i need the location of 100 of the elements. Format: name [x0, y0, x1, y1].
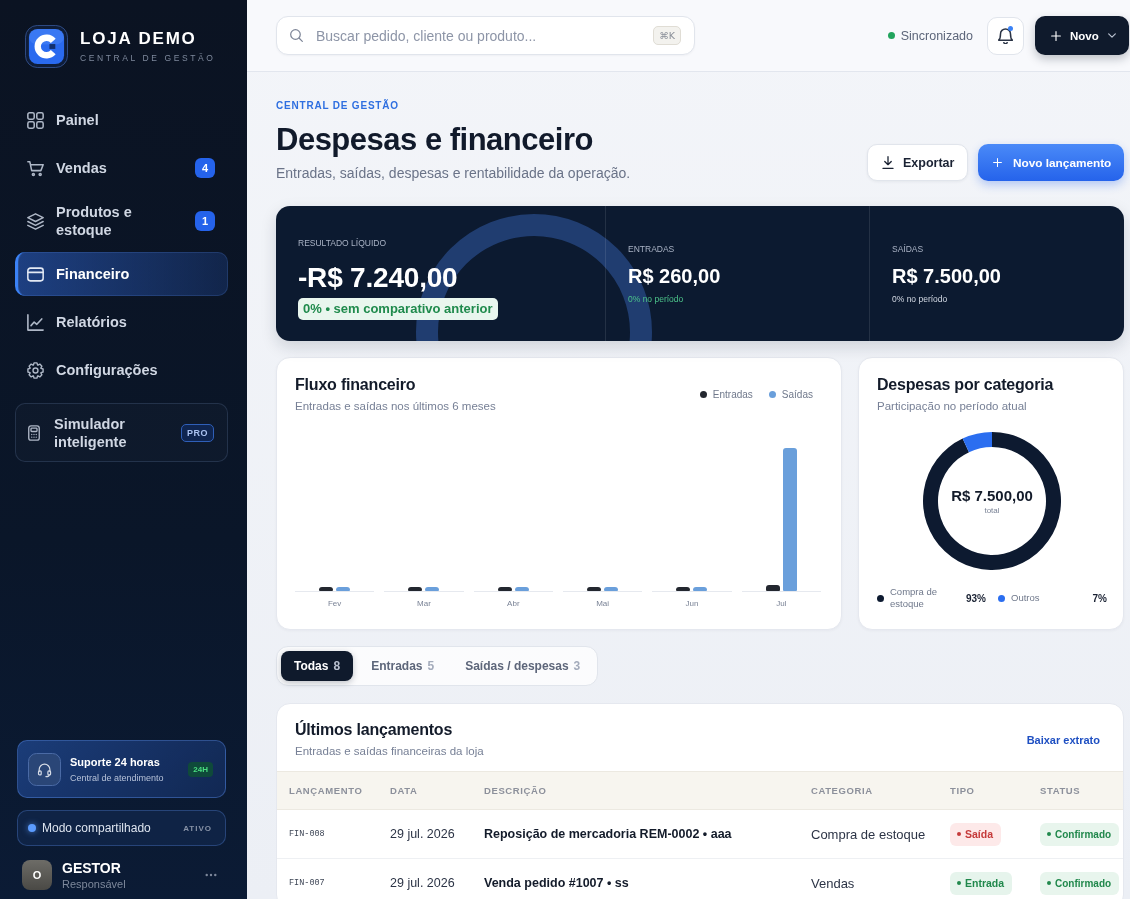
- type-label: Entrada: [965, 877, 1005, 889]
- user-avatar: O: [22, 860, 52, 890]
- table-cell-text: 29 jul. 2026: [390, 876, 456, 890]
- legend-value: 93%: [966, 592, 986, 604]
- chart-title: Despesas por categoria: [877, 375, 1055, 395]
- filter-tab[interactable]: Saídas / despesas 3: [452, 651, 594, 681]
- notifications-button[interactable]: [987, 16, 1024, 55]
- axis-label: Mar: [417, 599, 431, 608]
- column-header: DESCRIÇÃO: [484, 785, 548, 796]
- layers-icon: [27, 212, 44, 230]
- page-title: Despesas e financeiro: [276, 122, 594, 158]
- column-header: TIPO: [950, 785, 976, 796]
- mode-status: ATIVO: [183, 823, 212, 833]
- type-label: Saída: [965, 828, 993, 840]
- settings-icon: [27, 361, 44, 379]
- mode-card[interactable]: Modo compartilhado ATIVO: [17, 810, 226, 846]
- kpi-value: -R$ 7.240,00: [298, 261, 459, 295]
- expense-bar: [425, 587, 440, 591]
- brand-name: LOJA DEMO: [80, 29, 198, 49]
- status-label: Confirmado: [1055, 877, 1112, 889]
- dot-icon: [957, 832, 961, 836]
- table-title: Últimos lançamentos: [295, 720, 454, 740]
- sidebar-item[interactable]: Painel: [15, 98, 228, 142]
- plus-icon: [1051, 30, 1061, 41]
- axis-label: Abr: [507, 599, 520, 608]
- caret-icon: [1108, 33, 1116, 38]
- donut-total: R$ 7.500,00: [951, 486, 1033, 505]
- donut-total-label: total: [983, 505, 1001, 516]
- dot-icon: [1047, 881, 1051, 885]
- support-card[interactable]: Suporte 24 horas Central de atendimento 24H: [17, 740, 226, 798]
- count-badge: 4: [195, 158, 215, 178]
- headset-icon: [28, 752, 61, 786]
- kpi-note: 0% no período: [628, 294, 684, 304]
- kpi-label: RESULTADO LÍQUIDO: [298, 237, 387, 249]
- column-header: CATEGORIA: [811, 785, 874, 796]
- table-cell-text: Compra de estoque: [811, 826, 927, 842]
- income-bar: [765, 585, 780, 591]
- sidebar-item[interactable]: Produtos e estoque 1: [15, 194, 228, 248]
- download-statement-link[interactable]: Baixar extrato: [1026, 733, 1100, 746]
- income-bar: [587, 587, 602, 591]
- status-label: Confirmado: [1055, 828, 1112, 840]
- legend-label: Outros: [1011, 592, 1041, 604]
- pro-badge: PRO: [181, 423, 214, 442]
- column-header: LANÇAMENTO: [289, 785, 364, 796]
- table-cell-text: FIN-007: [289, 878, 326, 888]
- chart-title: Fluxo financeiro: [295, 375, 417, 395]
- chart-subtitle: Entradas e saídas nos últimos 6 meses: [295, 399, 496, 414]
- table-cell-text: FIN-008: [289, 829, 326, 839]
- expense-bar: [604, 587, 619, 591]
- count-badge: 1: [195, 211, 215, 231]
- column-header: STATUS: [1040, 785, 1082, 796]
- dot-icon: [957, 881, 961, 885]
- hours-badge: 24H: [188, 761, 213, 777]
- shortcut-key: ⌘K: [653, 26, 681, 45]
- new-entry-button[interactable]: Novo lançamento: [978, 144, 1124, 181]
- comparison-chip: 0% • sem comparativo anterior: [298, 298, 498, 320]
- new-button[interactable]: Novo: [1035, 16, 1129, 55]
- line-chart-icon: [27, 313, 44, 331]
- column-header: DATA: [390, 785, 419, 796]
- logo-icon: [25, 25, 68, 68]
- filter-tab[interactable]: Todas 8: [281, 651, 354, 681]
- user-name: GESTOR: [62, 859, 122, 877]
- sidebar-item[interactable]: Relatórios: [15, 300, 228, 344]
- kpi-label: ENTRADAS: [628, 243, 676, 255]
- more-icon[interactable]: [205, 873, 217, 877]
- brand-tagline: CENTRAL DE GESTÃO: [80, 53, 216, 64]
- table-cell-text: Vendas: [811, 875, 856, 891]
- table-subtitle: Entradas e saídas financeiras da loja: [295, 744, 484, 759]
- legend-label: Saídas: [781, 389, 813, 400]
- calculator-icon: [28, 424, 40, 441]
- dot-icon: [1047, 832, 1051, 836]
- expense-bar: [336, 587, 351, 591]
- axis-label: Fev: [328, 599, 342, 608]
- table-cell-text: Venda pedido #1007 • ss: [484, 876, 630, 890]
- income-bar: [408, 587, 423, 591]
- download-icon: [882, 156, 894, 169]
- chart-subtitle: Participação no período atual: [877, 399, 1028, 414]
- eyebrow-label: CENTRAL DE GESTÃO: [276, 100, 400, 112]
- filter-tab[interactable]: Entradas 5: [358, 651, 448, 681]
- axis-label: Mai: [596, 599, 610, 608]
- kpi-value: R$ 7.500,00: [892, 264, 1002, 288]
- expense-bar: [514, 587, 529, 591]
- income-bar: [676, 587, 691, 591]
- card-icon: [27, 265, 44, 283]
- mode-label: Modo compartilhado: [42, 821, 151, 835]
- cart-icon: [27, 159, 44, 177]
- table-cell-text: Reposição de mercadoria REM-0002 • aaa: [484, 827, 733, 841]
- sidebar-item[interactable]: Vendas 4: [15, 146, 228, 190]
- user-role: Responsável: [62, 876, 126, 891]
- support-title: Suporte 24 horas: [70, 754, 161, 769]
- page-subtitle: Entradas, saídas, despesas e rentabilidade da operação.: [276, 164, 631, 182]
- plus-icon: [993, 158, 1002, 167]
- sidebar-item[interactable]: Configurações: [15, 348, 228, 392]
- export-button[interactable]: Exportar: [867, 144, 968, 181]
- simulator-item[interactable]: Simulador inteligente PRO: [15, 403, 228, 462]
- income-bar: [497, 587, 512, 591]
- kpi-value: R$ 260,00: [628, 264, 722, 288]
- sidebar-item[interactable]: Financeiro: [15, 252, 228, 296]
- expense-bar: [693, 587, 708, 591]
- support-subtitle: Central de atendimento: [70, 771, 164, 784]
